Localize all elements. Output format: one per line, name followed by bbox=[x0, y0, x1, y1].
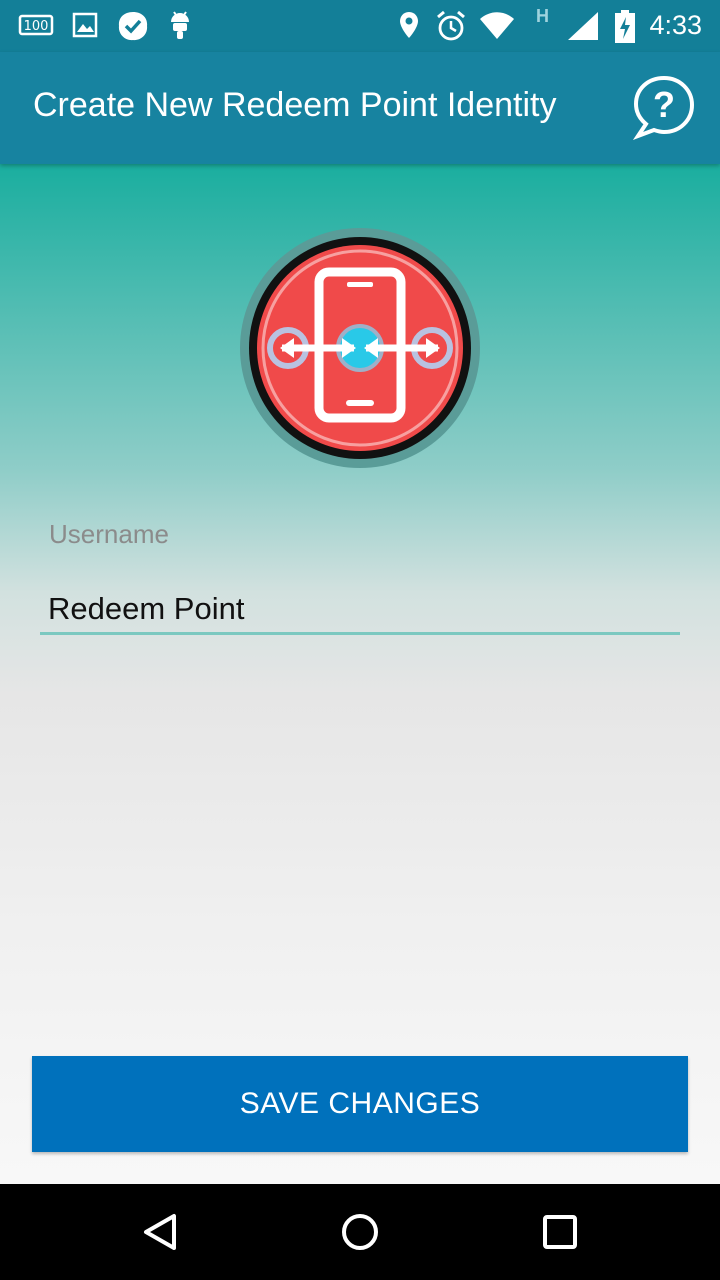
svg-text:100: 100 bbox=[24, 19, 49, 34]
username-label: Username bbox=[49, 519, 169, 549]
android-icon bbox=[171, 11, 189, 39]
app-bar: Create New Redeem Point Identity ? bbox=[0, 52, 720, 164]
save-changes-button[interactable]: SAVE CHANGES bbox=[32, 1056, 688, 1152]
signal-icon bbox=[568, 12, 598, 40]
status-time: 4:33 bbox=[649, 10, 702, 40]
home-icon[interactable] bbox=[338, 1210, 382, 1254]
wifi-icon bbox=[480, 12, 514, 39]
recents-icon[interactable] bbox=[538, 1210, 582, 1254]
svg-text:?: ? bbox=[653, 84, 675, 125]
check-badge-icon bbox=[118, 12, 148, 41]
content-area: Username SAVE CHANGES bbox=[0, 164, 720, 1184]
back-icon[interactable] bbox=[138, 1210, 182, 1254]
phone-exchange-logo-icon[interactable] bbox=[238, 226, 482, 470]
location-icon bbox=[400, 12, 418, 38]
status-bar: 100 H 4:33 bbox=[0, 0, 720, 52]
alarm-icon bbox=[437, 10, 465, 41]
page-title: Create New Redeem Point Identity bbox=[33, 86, 557, 124]
username-input[interactable] bbox=[40, 589, 680, 635]
help-chat-icon[interactable]: ? bbox=[630, 74, 698, 140]
image-icon bbox=[72, 12, 98, 38]
network-type-label: H bbox=[536, 6, 549, 26]
navigation-bar bbox=[0, 1184, 720, 1280]
battery-100-notification-icon: 100 bbox=[18, 14, 54, 36]
battery-charging-icon bbox=[615, 10, 635, 43]
